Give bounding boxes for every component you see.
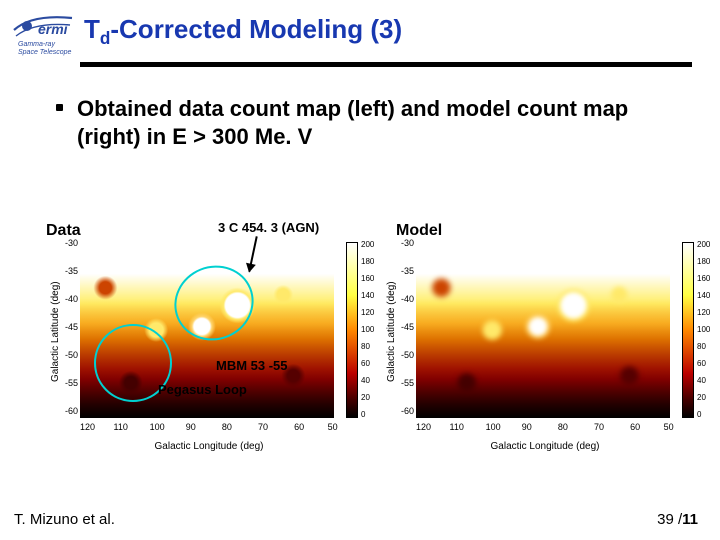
xlabel: Galactic Longitude (deg) [155, 441, 264, 452]
model-x-axis: Galactic Longitude (deg) 120 110 100 90 … [416, 420, 674, 452]
logo-caption: Gamma-ray Space Telescope [18, 41, 71, 56]
bullet-text: Obtained data count map (left) and model… [77, 95, 676, 150]
model-heatmap-panel: Galactic Latitude (deg) -30 -35 -40 -45 … [416, 242, 670, 418]
mbm-annotation: MBM 53 -55 [216, 358, 288, 373]
model-heatmap [416, 242, 670, 418]
page-number: 39 /11 [657, 511, 698, 528]
model-y-axis: Galactic Latitude (deg) -30 -35 -40 -45 … [378, 242, 414, 422]
pegasus-annotation: Pegasus Loop [158, 382, 247, 397]
data-x-axis: Galactic Longitude (deg) 120 110 100 90 … [80, 420, 338, 452]
footer-author: T. Mizuno et al. [14, 511, 115, 528]
title-rule [80, 62, 692, 67]
page-title: Td-Corrected Modeling (3) [84, 14, 402, 49]
ylabel: Galactic Latitude (deg) [50, 281, 61, 382]
slide-header: ermi Gamma-ray Space Telescope Td-Correc… [0, 0, 720, 60]
fermi-logo: ermi Gamma-ray Space Telescope [8, 8, 78, 56]
bullet-marker [56, 104, 63, 111]
data-y-axis: Galactic Latitude (deg) -30 -35 -40 -45 … [42, 242, 78, 422]
svg-text:ermi: ermi [38, 21, 69, 37]
bullet-item: Obtained data count map (left) and model… [56, 95, 676, 150]
data-colorbar: 200 180 160 140 120 100 80 60 40 20 0 [346, 242, 358, 418]
model-colorbar: 200 180 160 140 120 100 80 60 40 20 0 [682, 242, 694, 418]
agn-annotation: 3 C 454. 3 (AGN) [218, 220, 319, 235]
